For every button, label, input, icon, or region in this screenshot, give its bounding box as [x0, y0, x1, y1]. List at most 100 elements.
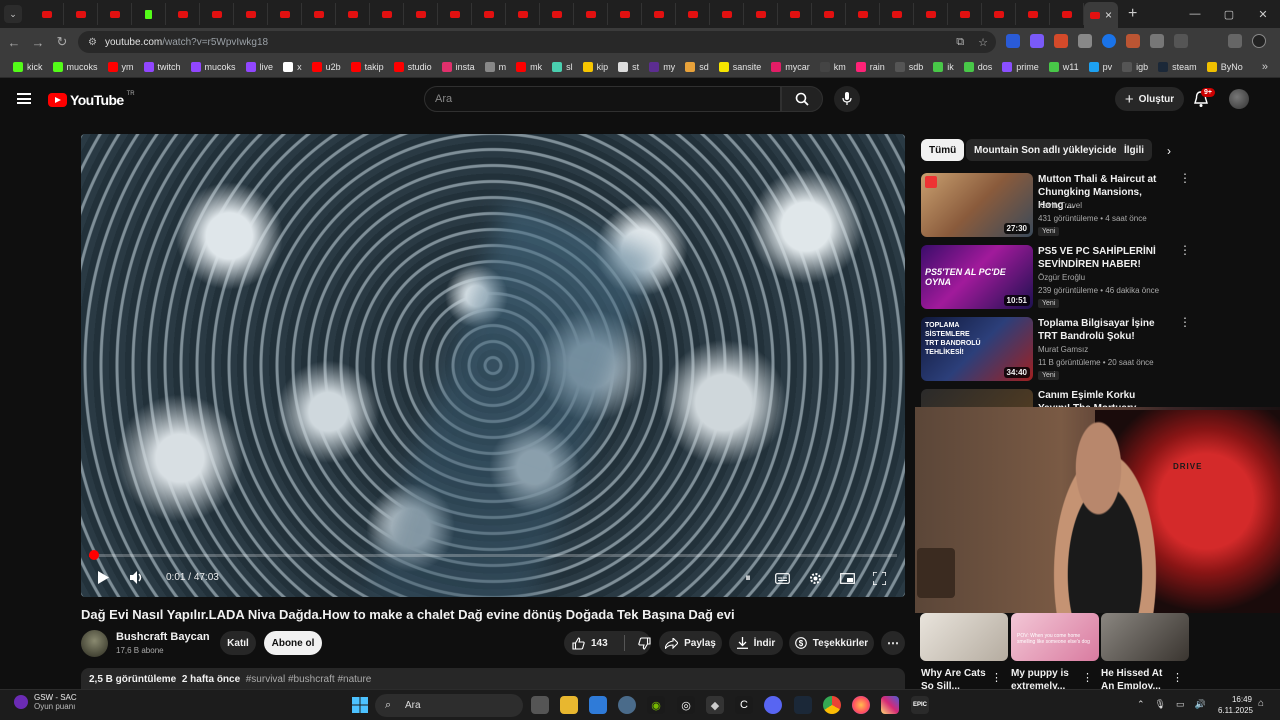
- bookmark-item[interactable]: m: [480, 61, 512, 72]
- short-title[interactable]: He Hissed At An Employ...: [1101, 667, 1175, 689]
- recommendation-item[interactable]: 27:30 Mutton Thali & Haircut at Chungkin…: [921, 172, 1191, 239]
- windows-start-icon[interactable]: [351, 696, 369, 714]
- puzzle-icon[interactable]: [1174, 34, 1188, 48]
- cast-icon[interactable]: ⧉: [956, 36, 964, 49]
- recommendation-item[interactable]: PS5'TEN AL PC'DE OYNA 10:51 PS5 VE PC SA…: [921, 244, 1191, 311]
- store-icon[interactable]: [589, 696, 607, 714]
- pause-autoplay-toggle[interactable]: ⏸: [739, 569, 757, 587]
- join-button[interactable]: Katıl: [220, 631, 256, 655]
- bookmark-item[interactable]: kip: [578, 61, 614, 72]
- browser-tab[interactable]: [914, 3, 948, 25]
- bookmark-star-icon[interactable]: ☆: [978, 36, 988, 49]
- file-explorer-icon[interactable]: [560, 696, 578, 714]
- browser-tab[interactable]: [472, 3, 506, 25]
- maximize-button[interactable]: ▢: [1212, 0, 1246, 28]
- browser-tab[interactable]: [506, 3, 540, 25]
- search-input[interactable]: Ara: [424, 86, 781, 112]
- browser-tab[interactable]: [846, 3, 880, 25]
- description-box[interactable]: 2,5 B görüntüleme 2 hafta önce #survival…: [81, 668, 905, 690]
- browser-tab[interactable]: [778, 3, 812, 25]
- recommendation-channel[interactable]: Murat Gamsız: [1038, 345, 1088, 354]
- hamburger-menu-icon[interactable]: [17, 93, 31, 104]
- browser-tab[interactable]: [812, 3, 846, 25]
- video-thumbnail[interactable]: PS5'TEN AL PC'DE OYNA 10:51: [921, 245, 1033, 309]
- video-thumbnail[interactable]: [921, 389, 1033, 407]
- extension-icon[interactable]: [1006, 34, 1020, 48]
- kebab-menu-icon[interactable]: ⋮: [991, 671, 1002, 684]
- bookmark-item[interactable]: x: [278, 61, 307, 72]
- scrubber-handle[interactable]: [89, 550, 99, 560]
- app-icon[interactable]: ◆: [706, 696, 724, 714]
- browser-tab[interactable]: [200, 3, 234, 25]
- search-button[interactable]: [781, 86, 823, 112]
- settings-app-icon[interactable]: [618, 696, 636, 714]
- short-thumbnail[interactable]: [1101, 613, 1189, 661]
- video-player[interactable]: 0:01 / 47:03 ⏸: [81, 134, 905, 597]
- bookmark-item[interactable]: w11: [1044, 61, 1084, 72]
- steam-icon[interactable]: [794, 696, 812, 714]
- play-button[interactable]: [93, 567, 113, 587]
- share-button[interactable]: Paylaş: [659, 631, 722, 655]
- bookmark-item[interactable]: takip: [346, 61, 389, 72]
- back-arrow-icon[interactable]: ←: [2, 35, 26, 50]
- bookmark-item[interactable]: sd: [680, 61, 714, 72]
- bookmark-item[interactable]: ByNo: [1202, 61, 1248, 72]
- bookmark-item[interactable]: kick: [8, 61, 48, 72]
- kebab-menu-icon[interactable]: ⋮: [1179, 389, 1183, 400]
- task-view-icon[interactable]: [531, 696, 549, 714]
- close-window-button[interactable]: ✕: [1246, 0, 1280, 28]
- recommendation-channel[interactable]: Kevin Travel: [1038, 201, 1082, 210]
- nvidia-icon[interactable]: ◉: [647, 696, 665, 714]
- browser-tab[interactable]: [982, 3, 1016, 25]
- instagram-icon[interactable]: [881, 696, 899, 714]
- recommendation-title[interactable]: Canım Eşimle Korku Yayını! The Mortuary …: [1038, 389, 1168, 407]
- chip-related[interactable]: İlgili: [1116, 139, 1152, 161]
- taskbar-search-input[interactable]: ⌕ Ara: [375, 694, 523, 717]
- active-tab[interactable]: ×: [1084, 2, 1118, 28]
- bookmark-item[interactable]: twitch: [139, 61, 186, 72]
- bookmark-item[interactable]: sl: [547, 61, 578, 72]
- dislike-button[interactable]: [638, 636, 651, 650]
- short-title[interactable]: Why Are Cats So Sill...: [921, 667, 995, 689]
- thanks-button[interactable]: $ Teşekkürler: [789, 631, 874, 655]
- browser-tab[interactable]: [98, 3, 132, 25]
- browser-tab[interactable]: [948, 3, 982, 25]
- site-info-icon[interactable]: ⚙: [88, 37, 97, 48]
- subtitles-button[interactable]: [773, 569, 791, 587]
- settings-button[interactable]: [806, 569, 824, 587]
- like-button[interactable]: 143: [572, 636, 608, 650]
- browser-tab[interactable]: [608, 3, 642, 25]
- bookmark-item[interactable]: u2b: [307, 61, 346, 72]
- bookmark-item[interactable]: ik: [928, 61, 959, 72]
- firefox-icon[interactable]: [852, 696, 870, 714]
- microphone-icon[interactable]: 🎙: [1155, 699, 1166, 710]
- speaker-icon[interactable]: 🔊: [1195, 699, 1206, 710]
- more-bookmarks-icon[interactable]: »: [1262, 61, 1268, 73]
- volume-button[interactable]: [127, 567, 147, 587]
- bookmark-item[interactable]: insta: [437, 61, 480, 72]
- progress-bar[interactable]: [89, 550, 897, 560]
- bookmark-item[interactable]: mycar: [766, 61, 815, 72]
- browser-tab[interactable]: [302, 3, 336, 25]
- new-tab-button[interactable]: +: [1128, 5, 1137, 23]
- browser-tab[interactable]: [880, 3, 914, 25]
- kebab-menu-icon[interactable]: ⋮: [1179, 316, 1191, 328]
- download-button[interactable]: İndir: [729, 631, 783, 655]
- short-title[interactable]: My puppy is extremely...: [1011, 667, 1085, 689]
- extension-icon[interactable]: [1150, 34, 1164, 48]
- extension-icon[interactable]: [1030, 34, 1044, 48]
- browser-tab[interactable]: [132, 3, 166, 25]
- browser-tab[interactable]: [336, 3, 370, 25]
- channel-avatar[interactable]: [81, 630, 108, 657]
- kebab-menu-icon[interactable]: ⋮: [1179, 172, 1191, 184]
- browser-tab[interactable]: [744, 3, 778, 25]
- minimize-button[interactable]: —: [1178, 0, 1212, 28]
- browser-tab[interactable]: [30, 3, 64, 25]
- create-button[interactable]: + Oluştur: [1115, 87, 1184, 111]
- widgets-button[interactable]: GSW - SAC Oyun puanı: [14, 693, 77, 711]
- browser-tab[interactable]: [438, 3, 472, 25]
- bookmark-item[interactable]: steam: [1153, 61, 1202, 72]
- close-tab-icon[interactable]: ×: [1105, 8, 1112, 22]
- recommendation-item[interactable]: TOPLAMA SİSTEMLERE TRT BANDROLÜ TEHLİKES…: [921, 316, 1191, 383]
- chip-all[interactable]: Tümü: [921, 139, 965, 161]
